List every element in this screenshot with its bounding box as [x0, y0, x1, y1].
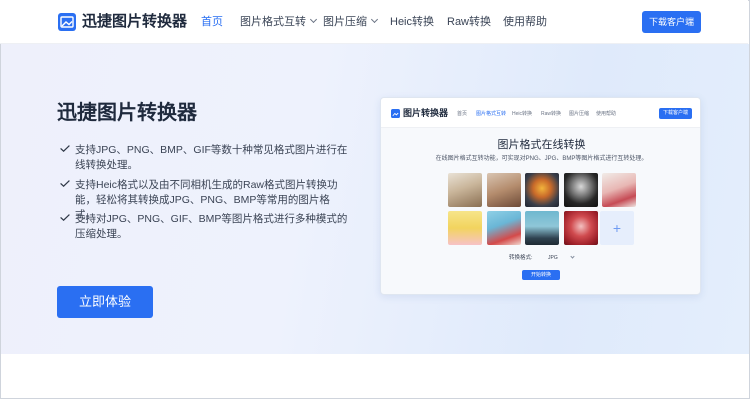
- photo-thumbnail: [564, 173, 598, 207]
- feature-text: 支持对JPG、PNG、GIF、BMP等图片格式进行多种模式的压缩处理。: [75, 213, 348, 240]
- preview-nav-item: 图片压缩: [569, 111, 590, 117]
- nav-raw-label: Raw转换: [447, 16, 492, 28]
- preview-nav-item: Raw转换: [541, 111, 562, 117]
- nav-compress[interactable]: 图片压缩: [323, 15, 379, 29]
- feature-item: 支持对JPG、PNG、GIF、BMP等图片格式进行多种模式的压缩处理。: [60, 212, 350, 242]
- logo-icon[interactable]: [57, 12, 77, 32]
- preview-download-button: 下载客户端: [659, 108, 692, 119]
- nav-home-label: 首页: [201, 16, 223, 28]
- check-icon: [60, 214, 70, 221]
- nav-compress-label: 图片压缩: [323, 16, 367, 28]
- chevron-down-icon: [570, 254, 575, 259]
- preview-header: 图片转换器 首页 图片格式互转 Heic转换 Raw转换 图片压缩 使用帮助 下…: [381, 98, 700, 128]
- check-icon: [60, 145, 70, 152]
- preview-start-button: 开始转换: [522, 270, 560, 280]
- preview-nav-item: Heic转换: [512, 111, 533, 117]
- photo-thumbnail: [487, 211, 521, 245]
- photo-thumbnail: [525, 173, 559, 207]
- photo-thumbnail: [448, 173, 482, 207]
- feature-item: 支持JPG、PNG、BMP、GIF等数十种常见格式图片进行在线转换处理。: [60, 143, 350, 173]
- logo-text[interactable]: 迅捷图片转换器: [82, 12, 187, 32]
- feature-text: 支持JPG、PNG、BMP、GIF等数十种常见格式图片进行在线转换处理。: [75, 144, 348, 171]
- site-header: 迅捷图片转换器 首页 图片格式互转 图片压缩 Heic转换 Raw转换 使用帮助…: [0, 0, 748, 44]
- chevron-down-icon: [309, 15, 318, 24]
- preview-title: 图片格式在线转换: [497, 139, 586, 151]
- preview-nav-item: 使用帮助: [596, 111, 617, 117]
- photo-thumbnail: [487, 173, 521, 207]
- nav-heic[interactable]: Heic转换: [390, 15, 434, 29]
- preview-nav-item: 首页: [457, 111, 468, 117]
- nav-heic-label: Heic转换: [390, 16, 435, 28]
- download-client-button[interactable]: 下载客户端: [642, 11, 701, 33]
- photo-thumbnail: [564, 211, 598, 245]
- preview-nav-item: 图片格式互转: [476, 111, 507, 117]
- add-image-icon: +: [600, 211, 634, 245]
- nav-help-label: 使用帮助: [503, 16, 547, 28]
- logo-icon: [391, 109, 400, 118]
- preview-format-value: JPG: [548, 255, 558, 261]
- nav-format-convert[interactable]: 图片格式互转: [240, 15, 318, 29]
- try-now-button[interactable]: 立即体验: [57, 286, 153, 318]
- nav-raw[interactable]: Raw转换: [447, 15, 491, 29]
- check-icon: [60, 180, 70, 187]
- chevron-down-icon: [370, 15, 379, 24]
- photo-thumbnail: [525, 211, 559, 245]
- nav-help[interactable]: 使用帮助: [503, 15, 547, 29]
- photo-thumbnail: [448, 211, 482, 245]
- app-preview-image: 图片转换器 首页 图片格式互转 Heic转换 Raw转换 图片压缩 使用帮助 下…: [380, 97, 701, 295]
- nav-home[interactable]: 首页: [201, 15, 223, 29]
- hero-title: 迅捷图片转换器: [57, 102, 197, 124]
- preview-logo-text: 图片转换器: [403, 108, 449, 118]
- preview-subtitle: 在线图片格式互转功能，可实现对PNG、JPG、BMP等图片格式进行互转处理。: [435, 156, 648, 162]
- preview-format-label: 转换格式:: [509, 255, 533, 261]
- photo-thumbnail: [602, 173, 636, 207]
- nav-format-convert-label: 图片格式互转: [240, 16, 306, 28]
